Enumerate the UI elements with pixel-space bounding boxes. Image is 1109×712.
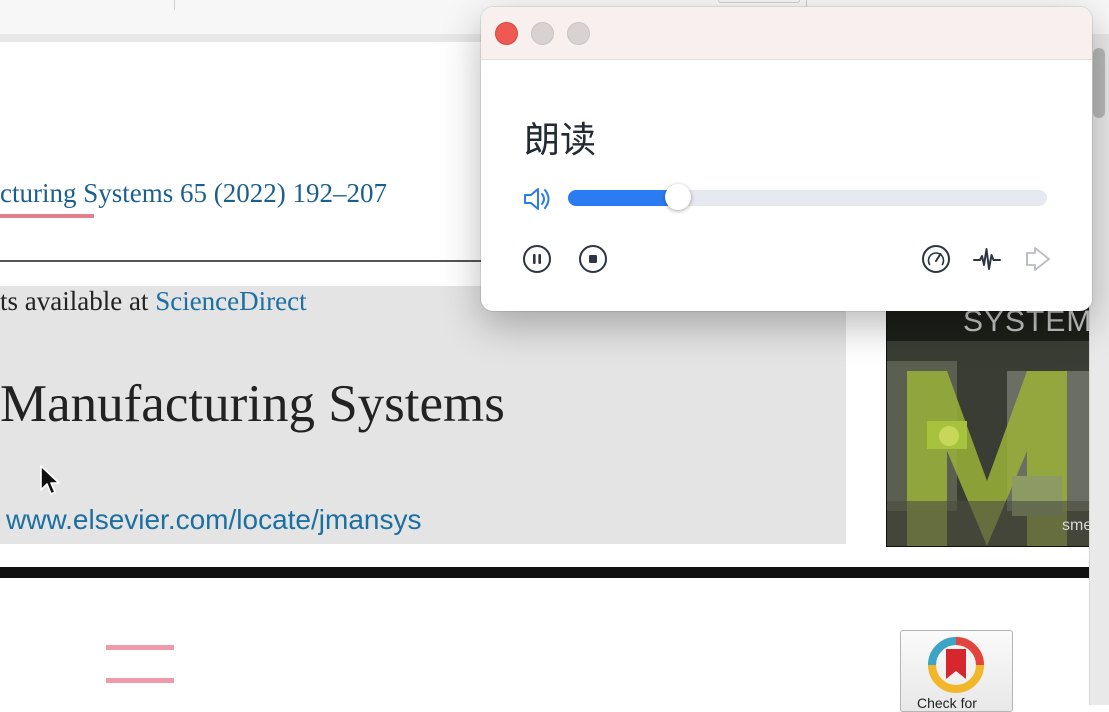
progress-fill [568,190,679,206]
journal-citation: cturing Systems 65 (2022) 192–207 [0,178,387,208]
window-titlebar[interactable] [481,7,1092,60]
contents-prefix: ts available at [0,286,156,316]
minimize-window-button[interactable] [531,22,554,45]
read-aloud-window: 朗读 [481,7,1092,311]
reading-progress-slider[interactable] [568,184,1047,210]
close-window-button[interactable] [495,22,518,45]
journal-cover-image: SYSTEMS sme [886,300,1091,547]
sciencedirect-link[interactable]: ScienceDirect [155,286,306,316]
journal-homepage-link[interactable]: www.elsevier.com/locate/jmansys [6,504,421,536]
read-aloud-title: 朗读 [524,120,597,161]
maximize-window-button[interactable] [567,22,590,45]
check-for-updates-button[interactable]: Check for [900,630,1013,712]
stop-icon [579,245,607,273]
citation-highlight [0,214,94,218]
check-for-updates-label: Check for [917,695,977,711]
contents-available-line: ts available at ScienceDirect [0,286,307,317]
decorative-bar [106,645,174,650]
speed-gauge-icon [922,245,950,273]
decorative-bar [106,678,174,683]
toolbar-divider [174,0,175,10]
document-scrollbar[interactable] [1089,42,1109,705]
voice-button[interactable] [970,242,1004,276]
progress-handle[interactable] [665,184,692,210]
volume-icon[interactable] [521,183,553,215]
exit-icon [1026,247,1050,271]
mouse-cursor-icon [40,465,60,495]
waveform-icon [973,248,1001,270]
exit-button[interactable] [1020,242,1054,276]
speed-button[interactable] [919,242,953,276]
cover-brand-logo: sme [1062,517,1091,534]
toolbar-tab[interactable] [718,0,800,3]
pause-button[interactable] [520,242,554,276]
crossmark-icon [928,637,984,693]
stop-button[interactable] [576,242,610,276]
scrollbar-thumb[interactable] [1093,48,1105,118]
journal-title: Manufacturing Systems [0,375,505,433]
article-divider [0,567,1089,578]
pause-icon [523,245,551,273]
